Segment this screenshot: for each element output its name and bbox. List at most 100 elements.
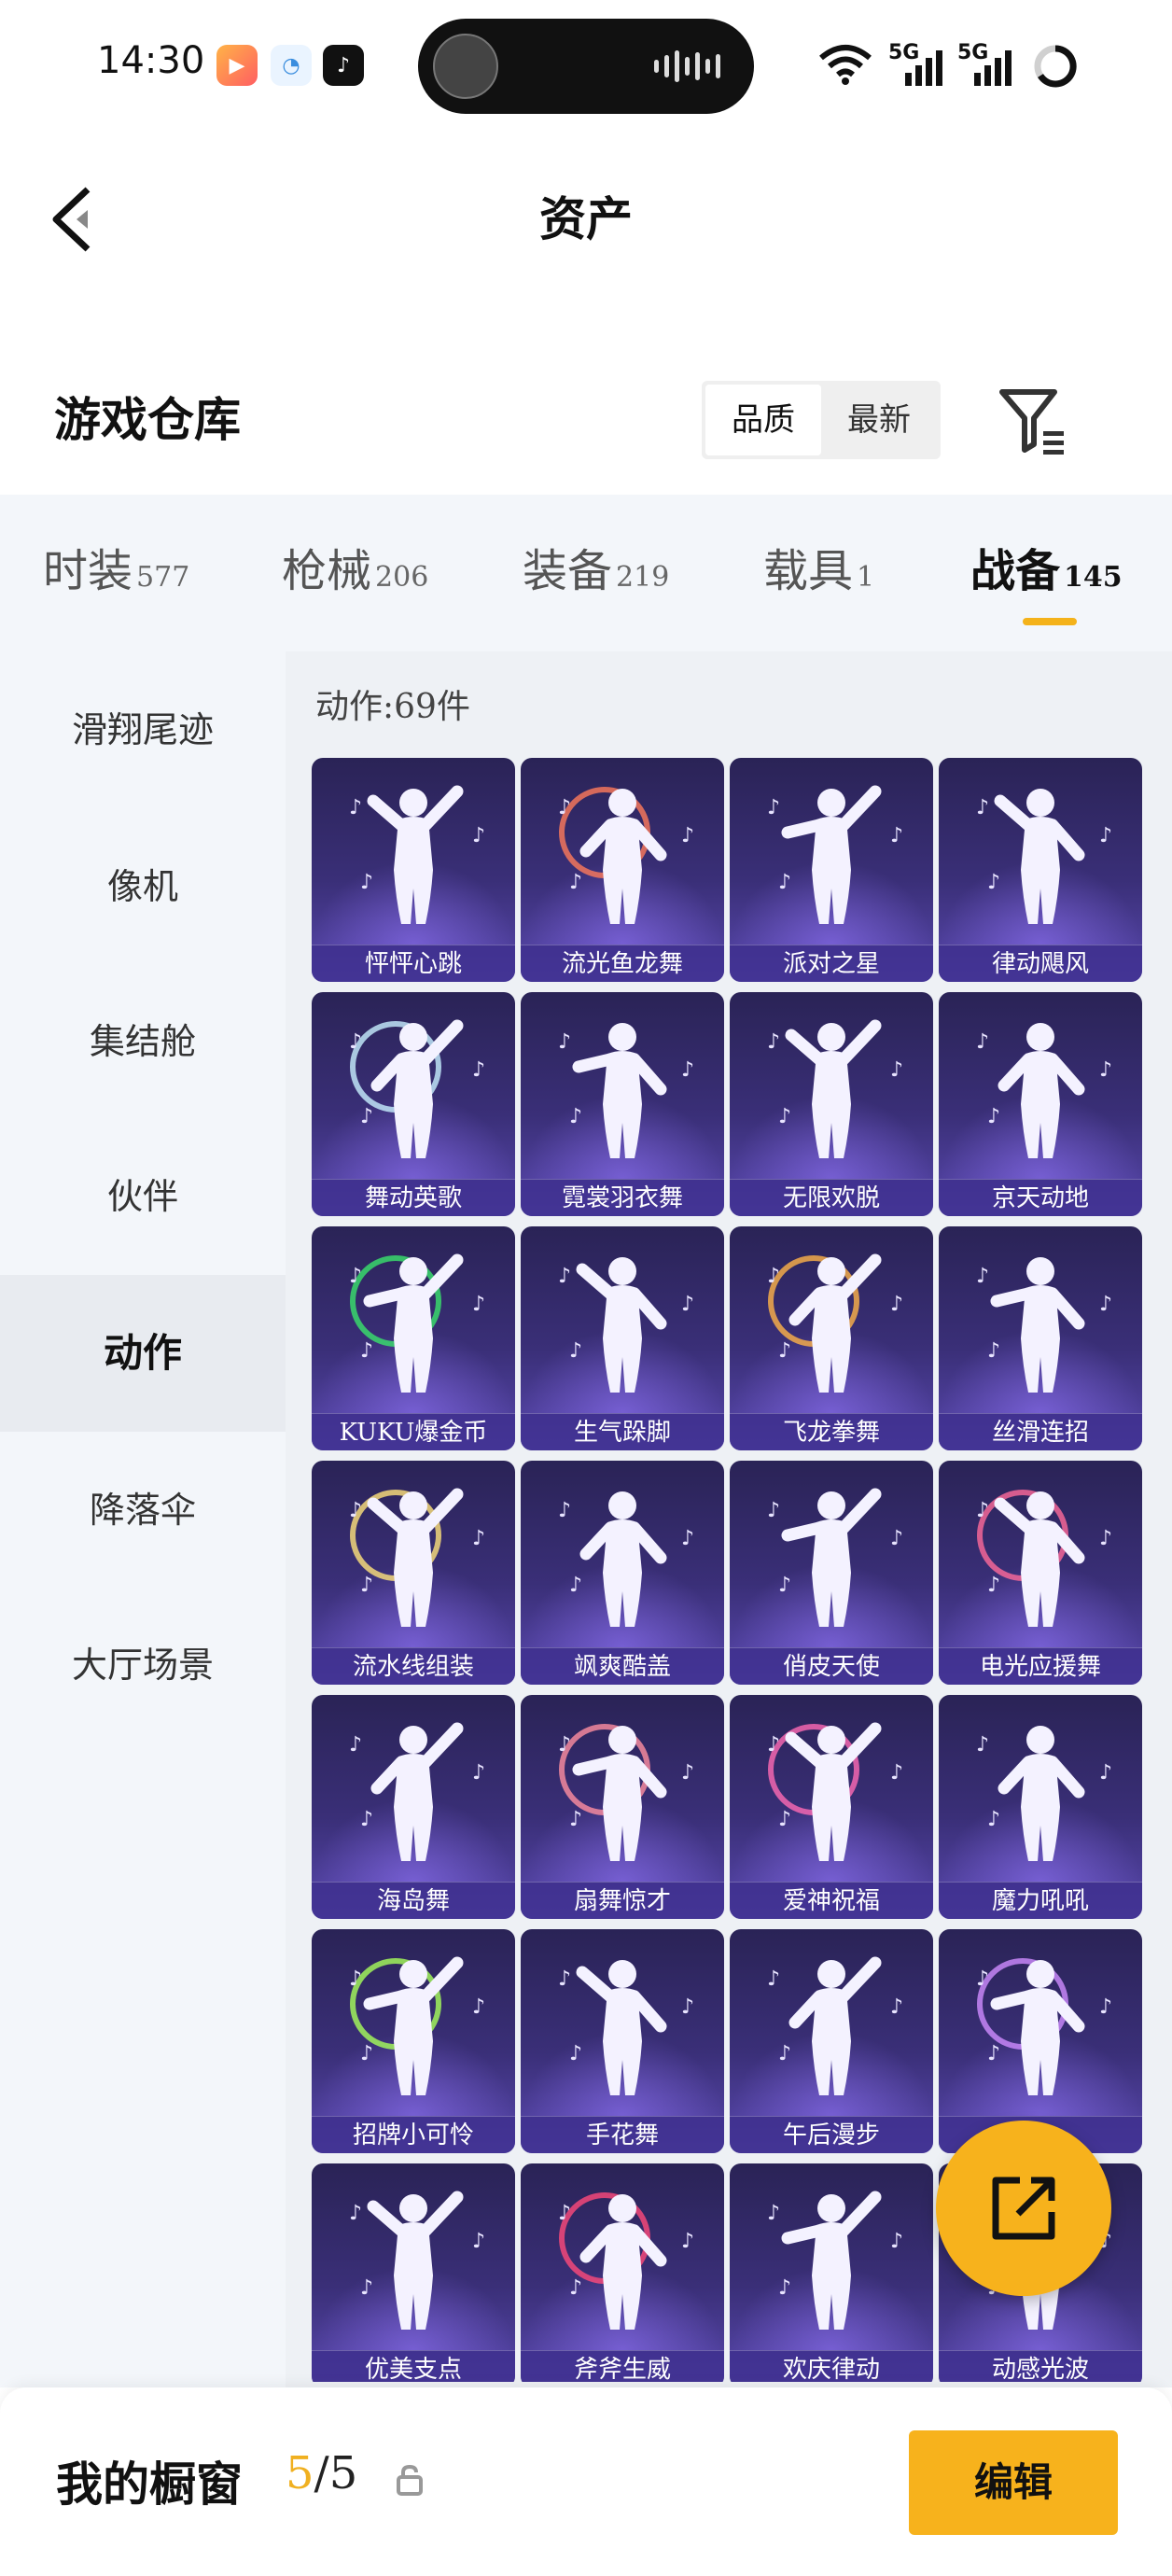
sidebar-item-glide-trail[interactable]: 滑翔尾迹 xyxy=(0,651,286,808)
emote-name: 优美支点 xyxy=(312,2350,515,2382)
svg-text:♪: ♪ xyxy=(987,1105,1000,1128)
tab-count: 145 xyxy=(1064,561,1123,594)
emote-name: 动感光波 xyxy=(939,2350,1142,2382)
emote-card[interactable]: ♪ ♪ ♪ 流光鱼龙舞 xyxy=(521,758,724,982)
emote-card[interactable]: ♪ ♪ ♪ 派对之星 xyxy=(730,758,933,982)
svg-text:♪: ♪ xyxy=(472,1761,485,1785)
emote-card[interactable]: ♪ ♪ ♪ 电光应援舞 xyxy=(939,1461,1142,1685)
emote-card[interactable]: ♪ ♪ ♪ 丝滑连招 xyxy=(939,1226,1142,1450)
emote-card[interactable]: ♪ ♪ ♪ 魔力吼吼 xyxy=(939,1695,1142,1919)
svg-text:♪: ♪ xyxy=(890,824,903,847)
svg-text:♪: ♪ xyxy=(558,1499,571,1522)
emote-card[interactable]: ♪ ♪ ♪ 京天动地 xyxy=(939,992,1142,1216)
svg-text:♪: ♪ xyxy=(472,824,485,847)
tab-fashion[interactable]: 时装 577 xyxy=(43,534,189,599)
emote-card[interactable]: ♪ ♪ ♪ KUKU爆金币 xyxy=(312,1226,515,1450)
dancer-figure-icon: ♪ ♪ ♪ xyxy=(767,1253,903,1393)
svg-text:♪: ♪ xyxy=(976,1030,989,1054)
music-app-icon: ♪ xyxy=(323,45,364,86)
svg-text:♪: ♪ xyxy=(778,1574,791,1597)
emote-card[interactable]: ♪ ♪ ♪ 俏皮天使 xyxy=(730,1461,933,1685)
emote-card[interactable]: ♪ ♪ ♪ 舞动英歌 xyxy=(312,992,515,1216)
svg-text:♪: ♪ xyxy=(976,1265,989,1288)
dancer-figure-icon: ♪ ♪ ♪ xyxy=(767,1019,903,1158)
emote-card[interactable]: ♪ ♪ ♪ 无限欢脱 xyxy=(730,992,933,1216)
svg-text:♪: ♪ xyxy=(558,1733,571,1757)
svg-text:♪: ♪ xyxy=(569,871,582,894)
svg-text:♪: ♪ xyxy=(569,2276,582,2300)
emote-card[interactable]: ♪ ♪ ♪ 霓裳羽衣舞 xyxy=(521,992,724,1216)
emote-card[interactable]: ♪ ♪ ♪ 怦怦心跳 xyxy=(312,758,515,982)
svg-text:♪: ♪ xyxy=(890,1293,903,1316)
emote-name: 午后漫步 xyxy=(730,2116,933,2153)
emote-name: 流光鱼龙舞 xyxy=(521,945,724,982)
emote-card[interactable]: ♪ ♪ ♪ 手花舞 xyxy=(521,1929,724,2153)
emote-card[interactable]: ♪ ♪ ♪ 扇舞惊才 xyxy=(521,1695,724,1919)
svg-text:♪: ♪ xyxy=(569,1574,582,1597)
sort-option-quality[interactable]: 品质 xyxy=(705,385,821,455)
sidebar-item-assembly-pod[interactable]: 集结舱 xyxy=(0,963,286,1120)
emote-name: 手花舞 xyxy=(521,2116,724,2153)
sort-option-newest[interactable]: 最新 xyxy=(821,385,937,455)
emote-card[interactable]: ♪ ♪ ♪ 优美支点 xyxy=(312,2163,515,2382)
svg-text:♪: ♪ xyxy=(558,2202,571,2225)
svg-text:♪: ♪ xyxy=(681,1761,694,1785)
tab-count: 577 xyxy=(136,561,190,594)
svg-text:♪: ♪ xyxy=(1099,824,1112,847)
emote-name: 欢庆律动 xyxy=(730,2350,933,2382)
emote-card[interactable]: ♪ ♪ ♪ 斧斧生威 xyxy=(521,2163,724,2382)
tab-combat-gear[interactable]: 战备 145 xyxy=(970,534,1123,599)
dancer-figure-icon: ♪ ♪ ♪ xyxy=(976,1958,1112,2095)
sidebar-item-lobby-scene[interactable]: 大厅场景 xyxy=(0,1587,286,1743)
svg-text:♪: ♪ xyxy=(976,1733,989,1757)
tab-equipment[interactable]: 装备 219 xyxy=(523,534,669,599)
dancer-figure-icon: ♪ ♪ ♪ xyxy=(976,1490,1112,1627)
sort-toggle: 品质 最新 xyxy=(702,381,941,459)
emote-card[interactable]: ♪ ♪ ♪ 欢庆律动 xyxy=(730,2163,933,2382)
dancer-figure-icon: ♪ ♪ ♪ xyxy=(349,1956,485,2095)
svg-text:♪: ♪ xyxy=(349,1967,362,1991)
emote-name: 丝滑连招 xyxy=(939,1413,1142,1450)
emote-card[interactable]: ♪ ♪ ♪ xyxy=(939,1929,1142,2153)
sidebar-item-emotes[interactable]: 动作 xyxy=(0,1275,286,1432)
sidebar-item-parachute[interactable]: 降落伞 xyxy=(0,1432,286,1589)
svg-text:♪: ♪ xyxy=(1099,1058,1112,1082)
svg-text:♪: ♪ xyxy=(558,1030,571,1054)
emote-card[interactable]: ♪ ♪ ♪ 飒爽酷盖 xyxy=(521,1461,724,1685)
tab-vehicles[interactable]: 载具 1 xyxy=(763,534,874,599)
emote-card[interactable]: ♪ ♪ ♪ 飞龙拳舞 xyxy=(730,1226,933,1450)
dancer-figure-icon: ♪ ♪ ♪ xyxy=(349,785,485,924)
svg-text:♪: ♪ xyxy=(569,1105,582,1128)
svg-text:♪: ♪ xyxy=(472,1293,485,1316)
sidebar-item-companion[interactable]: 伙伴 xyxy=(0,1118,286,1275)
emote-name: 舞动英歌 xyxy=(312,1179,515,1216)
svg-text:♪: ♪ xyxy=(472,1058,485,1082)
svg-text:♪: ♪ xyxy=(349,2202,362,2225)
filter-button[interactable] xyxy=(997,383,1071,457)
dancer-figure-icon: ♪ ♪ ♪ xyxy=(558,1023,694,1158)
emote-card[interactable]: ♪ ♪ ♪ 律动飓风 xyxy=(939,758,1142,982)
share-button[interactable] xyxy=(936,2121,1111,2296)
svg-text:♪: ♪ xyxy=(569,1339,582,1363)
emote-name: 海岛舞 xyxy=(312,1882,515,1919)
emote-name: 京天动地 xyxy=(939,1179,1142,1216)
svg-text:♪: ♪ xyxy=(890,1761,903,1785)
dancer-figure-icon: ♪ ♪ ♪ xyxy=(976,1023,1112,1158)
emote-card[interactable]: ♪ ♪ ♪ 爱神祝福 xyxy=(730,1695,933,1919)
svg-text:♪: ♪ xyxy=(890,2230,903,2253)
svg-text:♪: ♪ xyxy=(976,1967,989,1991)
share-icon xyxy=(992,2177,1055,2240)
emote-card[interactable]: ♪ ♪ ♪ 午后漫步 xyxy=(730,1929,933,2153)
emote-card[interactable]: ♪ ♪ ♪ 流水线组装 xyxy=(312,1461,515,1685)
emote-card[interactable]: ♪ ♪ ♪ 海岛舞 xyxy=(312,1695,515,1919)
svg-text:♪: ♪ xyxy=(472,2230,485,2253)
emote-card[interactable]: ♪ ♪ ♪ 招牌小可怜 xyxy=(312,1929,515,2153)
svg-text:♪: ♪ xyxy=(472,1527,485,1550)
svg-text:♪: ♪ xyxy=(767,2202,780,2225)
edit-button[interactable]: 编辑 xyxy=(909,2430,1118,2535)
tab-guns[interactable]: 枪械 206 xyxy=(282,534,428,599)
signal-bars-icon xyxy=(905,50,942,86)
sidebar-item-camera[interactable]: 像机 xyxy=(0,808,286,965)
svg-text:♪: ♪ xyxy=(976,1499,989,1522)
emote-card[interactable]: ♪ ♪ ♪ 生气跺脚 xyxy=(521,1226,724,1450)
